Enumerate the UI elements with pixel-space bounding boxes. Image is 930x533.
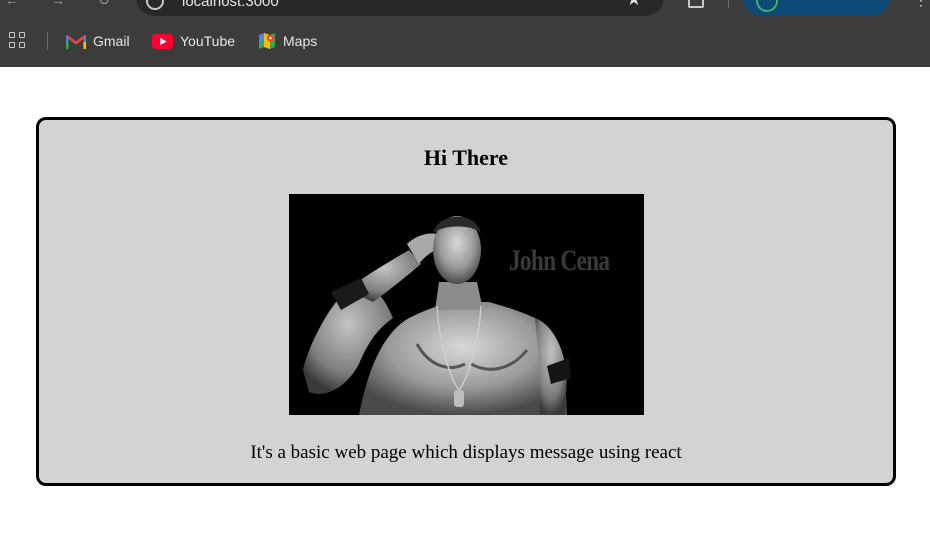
toolbar-divider (728, 0, 729, 8)
bookmark-youtube[interactable]: YouTube (152, 30, 235, 52)
reload-button[interactable]: ↻ (94, 0, 114, 10)
message-card: Hi There John Cena It's a basic web page… (36, 117, 896, 486)
forward-button[interactable]: → (48, 0, 68, 10)
bookmark-label-youtube: YouTube (180, 33, 236, 49)
profile-photo: John Cena (289, 194, 644, 415)
address-bar[interactable]: localhost:3000 ★ (136, 0, 664, 16)
bookmark-star-icon[interactable]: ★ (626, 0, 642, 10)
bookmark-label-gmail: Gmail (93, 33, 130, 49)
tab-search-icon[interactable] (688, 0, 704, 8)
page-message: It's a basic web page which displays mes… (250, 442, 682, 463)
apps-grid-icon[interactable] (9, 32, 27, 50)
browser-toolbar: ← → ↻ localhost:3000 ★ ⋮ (0, 0, 930, 16)
back-button[interactable]: ← (2, 0, 22, 10)
address-bar-url[interactable]: localhost:3000 (182, 0, 279, 10)
photo-figure (303, 216, 571, 415)
page-heading: Hi There (423, 145, 509, 170)
gmail-icon (66, 34, 86, 49)
avatar (756, 0, 778, 12)
browser-chrome: ← → ↻ localhost:3000 ★ ⋮ (0, 0, 930, 67)
bookmarks-divider (47, 32, 48, 50)
bookmark-maps[interactable]: Maps (258, 30, 317, 52)
profile-button[interactable] (742, 0, 890, 16)
bookmark-gmail[interactable]: Gmail (66, 30, 130, 52)
bookmark-label-maps: Maps (283, 33, 318, 49)
site-info-icon[interactable] (146, 0, 164, 10)
youtube-icon (152, 33, 173, 49)
bookmarks-bar: Gmail YouTube Maps (0, 26, 930, 56)
photo-watermark: John Cena (509, 244, 610, 277)
browser-menu-icon[interactable]: ⋮ (914, 0, 928, 7)
maps-icon (259, 33, 275, 49)
